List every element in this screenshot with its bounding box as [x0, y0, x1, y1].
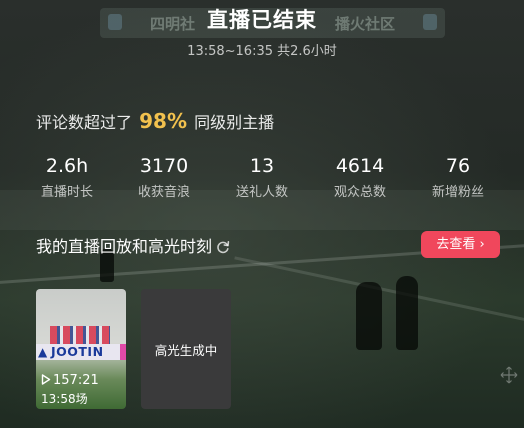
stat-value: 3170: [139, 155, 189, 177]
replay-title-text: 我的直播回放和高光时刻: [36, 237, 213, 256]
thumbnail-brand-board: ▲ JOOTIN: [36, 344, 126, 360]
stat-value: 76: [445, 155, 471, 177]
stat-label: 观众总数: [333, 185, 386, 200]
page-title: 直播已结束: [207, 8, 317, 32]
video-duration: 157:21: [41, 373, 99, 388]
stat-new-fans: 76 新增粉丝: [408, 153, 508, 200]
comparison-suffix: 同级别主播: [194, 113, 275, 132]
highlight-generating-card: 高光生成中: [141, 289, 231, 409]
stats-row: 2.6h 直播时长 3170 收获音浪 13 送礼人数 4614 观众总数 76…: [0, 153, 524, 203]
stat-label: 直播时长: [40, 185, 93, 200]
comparison-prefix: 评论数超过了: [36, 113, 133, 132]
stat-value: 2.6h: [45, 155, 89, 177]
video-start-time: 13:58场: [41, 392, 88, 406]
generating-label: 高光生成中: [154, 342, 218, 358]
comment-comparison: 评论数超过了 98% 同级别主播: [36, 109, 274, 133]
stat-duration: 2.6h 直播时长: [17, 153, 117, 200]
duration-text: 157:21: [53, 373, 99, 388]
thumbnail-bottles: [50, 326, 110, 344]
stat-label: 送礼人数: [235, 185, 288, 200]
stat-viewers: 4614 观众总数: [310, 153, 410, 200]
stat-value: 4614: [335, 155, 385, 177]
comparison-percent: 98%: [139, 109, 187, 133]
stat-value: 13: [249, 155, 275, 177]
live-time-range: 13:58~16:35 共2.6小时: [187, 44, 337, 59]
brand-text: JOOTIN: [51, 344, 104, 359]
replay-section-title: 我的直播回放和高光时刻: [36, 233, 230, 257]
stat-sound-waves: 3170 收获音浪: [114, 153, 214, 200]
stat-gifters: 13 送礼人数: [212, 153, 312, 200]
stat-label: 新增粉丝: [431, 185, 484, 200]
refresh-icon[interactable]: [216, 240, 230, 254]
move-handle-icon[interactable]: [500, 366, 518, 384]
brand-logo-icon: ▲: [38, 345, 48, 359]
play-icon: [41, 374, 51, 385]
replay-video-thumbnail[interactable]: ▲ JOOTIN 157:21 13:58场: [36, 289, 126, 409]
stat-label: 收获音浪: [137, 185, 190, 200]
view-replay-button[interactable]: 去查看 ›: [421, 231, 500, 258]
